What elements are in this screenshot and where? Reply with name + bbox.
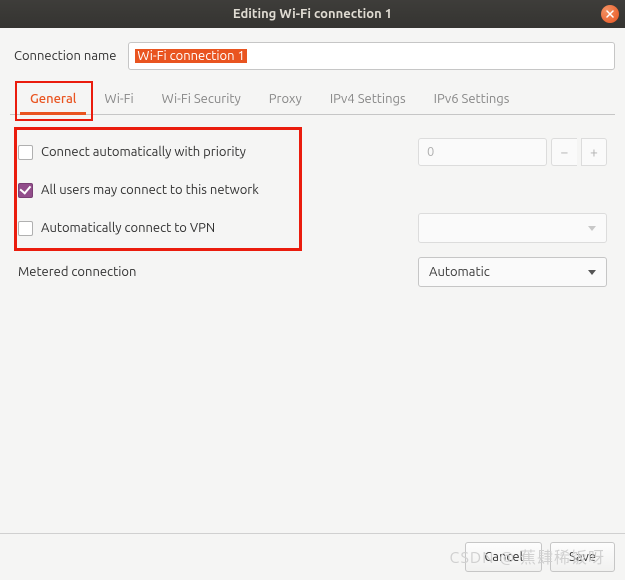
connection-name-input[interactable]: Wi-Fi connection 1 [128,42,615,70]
tabs-container: General Wi-Fi Wi-Fi Security Proxy IPv4 … [10,84,615,115]
general-panel: Connect automatically with priority 0 − … [10,115,615,301]
tab-ipv4[interactable]: IPv4 Settings [316,84,420,114]
chevron-down-icon [588,270,596,275]
allusers-checkbox[interactable] [18,183,33,198]
cancel-button[interactable]: Cancel [465,542,542,572]
content-area: Connection name Wi-Fi connection 1 Gener… [0,28,625,311]
close-icon [606,10,614,18]
metered-row: Metered connection Automatic [18,255,607,289]
connection-name-value: Wi-Fi connection 1 [135,49,246,63]
autoconnect-label: Connect automatically with priority [41,145,246,159]
window-title: Editing Wi-Fi connection 1 [233,7,392,21]
autovpn-row: Automatically connect to VPN [18,211,607,245]
tab-wifi-security[interactable]: Wi-Fi Security [148,84,255,114]
autoconnect-row: Connect automatically with priority 0 − … [18,135,607,169]
connection-name-row: Connection name Wi-Fi connection 1 [10,42,615,70]
priority-increment[interactable]: + [581,138,607,166]
autovpn-label: Automatically connect to VPN [41,221,215,235]
close-button[interactable] [601,5,619,23]
metered-combo[interactable]: Automatic [418,257,607,287]
vpn-combo[interactable] [418,213,607,243]
metered-label: Metered connection [18,265,136,279]
save-button[interactable]: Save [550,542,615,572]
tab-ipv6[interactable]: IPv6 Settings [420,84,524,114]
chevron-down-icon [588,226,596,231]
allusers-row: All users may connect to this network [18,173,607,207]
priority-spin[interactable]: 0 [418,138,547,166]
titlebar: Editing Wi-Fi connection 1 [0,0,625,28]
tab-general[interactable]: General [16,84,90,114]
metered-combo-value: Automatic [429,265,490,279]
autovpn-checkbox[interactable] [18,221,33,236]
footer: Cancel Save [0,533,625,580]
tab-wifi[interactable]: Wi-Fi [90,84,147,114]
tab-proxy[interactable]: Proxy [255,84,316,114]
allusers-label: All users may connect to this network [41,183,259,197]
priority-decrement[interactable]: − [551,138,577,166]
connection-name-label: Connection name [10,49,116,63]
tabs: General Wi-Fi Wi-Fi Security Proxy IPv4 … [10,84,615,115]
autoconnect-checkbox[interactable] [18,145,33,160]
